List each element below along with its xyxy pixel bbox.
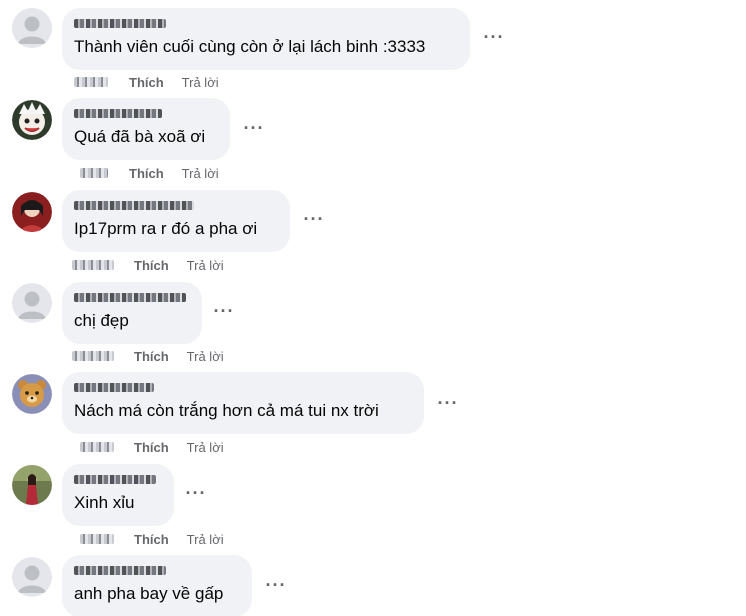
comment-text: Xinh xỉu [74,493,135,512]
profile-photo-icon[interactable] [12,374,52,414]
like-button[interactable]: Thích [134,440,169,455]
comment-author[interactable] [74,198,278,212]
profile-photo-icon[interactable] [12,192,52,232]
more-options-icon[interactable]: ··· [482,28,506,48]
more-options-icon[interactable]: ··· [436,394,460,414]
comment-actions: Thích Trả lời [80,165,219,181]
like-button[interactable]: Thích [134,258,169,273]
reply-button[interactable]: Trả lời [187,532,224,547]
comment-author[interactable] [74,472,162,486]
reply-button[interactable]: Trả lời [187,258,224,273]
more-options-icon[interactable]: ··· [302,210,326,230]
comment-bubble: Ip17prm ra r đó a pha ơi [62,190,290,252]
more-options-icon[interactable]: ··· [242,119,266,139]
like-button[interactable]: Thích [129,75,164,90]
comment-actions: Thích Trả lời [80,531,224,547]
more-options-icon[interactable]: ··· [184,484,208,504]
timestamp[interactable] [80,534,114,544]
comment-author[interactable] [74,380,412,394]
like-button[interactable]: Thích [129,166,164,181]
reply-button[interactable]: Trả lời [182,166,219,181]
comment-bubble: Xinh xỉu [62,464,174,526]
comment-author[interactable] [74,106,218,120]
timestamp[interactable] [80,442,114,452]
comment-text: chị đẹp [74,311,129,330]
reply-button[interactable]: Trả lời [182,75,219,90]
comment-text: Thành viên cuối cùng còn ở lại lách binh… [74,37,426,56]
comment-bubble: chị đẹp [62,282,202,344]
default-avatar-icon[interactable] [12,283,52,323]
comment-actions: Thích Trả lời [80,439,224,455]
default-avatar-icon[interactable] [12,8,52,48]
comment-bubble: Thành viên cuối cùng còn ở lại lách binh… [62,8,470,70]
timestamp[interactable] [74,77,108,87]
reply-button[interactable]: Trả lời [187,349,224,364]
default-avatar-icon[interactable] [12,557,52,597]
comment-text: Ip17prm ra r đó a pha ơi [74,219,258,238]
comment-text: anh pha bay về gấp [74,584,224,603]
comment-actions: Thích Trả lời [74,74,219,90]
profile-photo-icon[interactable] [12,100,52,140]
comments-list: Thành viên cuối cùng còn ở lại lách binh… [0,0,746,616]
like-button[interactable]: Thích [134,532,169,547]
timestamp[interactable] [72,351,114,361]
like-button[interactable]: Thích [134,349,169,364]
reply-button[interactable]: Trả lời [187,440,224,455]
comment-actions: Thích Trả lời [72,257,224,273]
comment-text: Nách má còn trắng hơn cả má tui nx trời [74,401,379,420]
comment-author[interactable] [74,290,190,304]
comment-text: Quá đã bà xoã ơi [74,127,206,146]
comment-bubble: Nách má còn trắng hơn cả má tui nx trời [62,372,424,434]
timestamp[interactable] [72,260,114,270]
more-options-icon[interactable]: ··· [264,576,288,596]
profile-photo-icon[interactable] [12,465,52,505]
more-options-icon[interactable]: ··· [212,302,236,322]
comment-bubble: Quá đã bà xoã ơi [62,98,230,160]
timestamp[interactable] [80,168,108,178]
comment-bubble: anh pha bay về gấp [62,555,252,616]
comment-author[interactable] [74,16,458,30]
comment-author[interactable] [74,563,240,577]
comment-actions: Thích Trả lời [72,348,224,364]
